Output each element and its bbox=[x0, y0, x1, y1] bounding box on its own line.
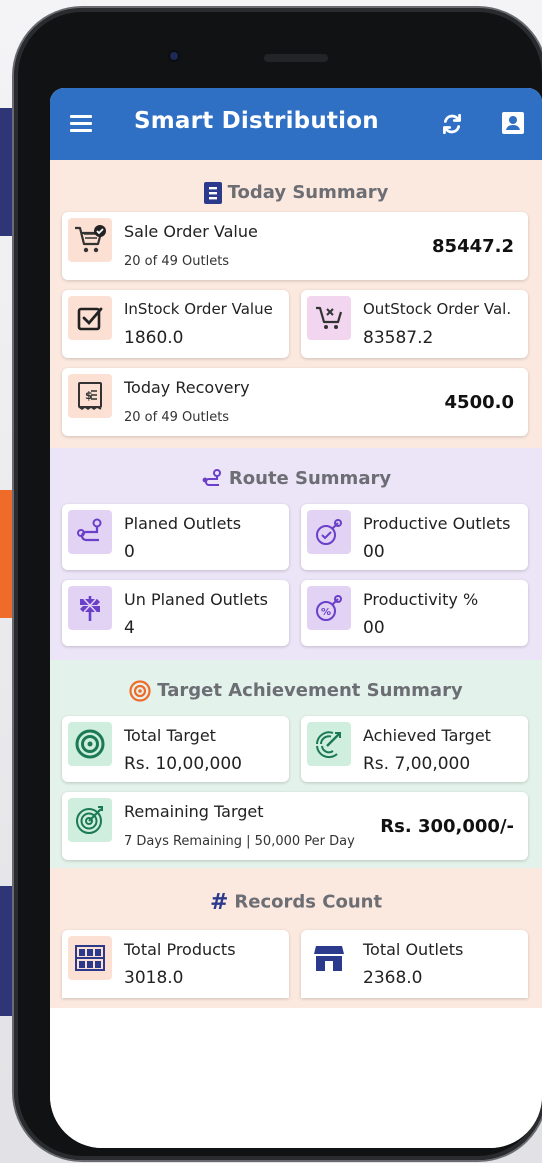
profile-icon[interactable] bbox=[502, 112, 524, 134]
recovery-icon-box: $ bbox=[68, 374, 112, 418]
sale-order-label: Sale Order Value bbox=[124, 222, 258, 241]
sync-icon[interactable] bbox=[438, 110, 466, 138]
remaining-target-card[interactable]: Remaining Target 7 Days Remaining | 50,0… bbox=[62, 792, 528, 860]
shelves-icon bbox=[75, 945, 105, 971]
instock-icon-box bbox=[68, 296, 112, 340]
total-products-card[interactable]: Total Products 3018.0 bbox=[62, 930, 289, 998]
total-target-icon-box bbox=[68, 722, 112, 766]
productive-outlets-value: 00 bbox=[363, 542, 385, 562]
total-products-label: Total Products bbox=[124, 940, 236, 959]
achieved-target-icon-box bbox=[307, 722, 351, 766]
total-outlets-value: 2368.0 bbox=[363, 968, 423, 988]
unplanned-icon-box bbox=[68, 586, 112, 630]
today-summary-heading: Today Summary bbox=[50, 182, 542, 204]
cart-remove-icon bbox=[316, 306, 343, 329]
productivity-value: 00 bbox=[363, 618, 385, 638]
records-count-section: # Records Count Total Products 3018.0 To… bbox=[50, 868, 542, 1008]
recovery-sub: 20 of 49 Outlets bbox=[124, 410, 230, 425]
app-screen: Smart Distribution Today Summary Sale Or… bbox=[50, 88, 542, 1148]
route-icon bbox=[77, 518, 102, 542]
instock-label: InStock Order Value bbox=[124, 300, 273, 318]
records-count-title: Records Count bbox=[234, 891, 383, 913]
products-icon-box bbox=[68, 936, 112, 980]
remaining-target-value: Rs. 300,000/- bbox=[380, 816, 514, 837]
today-summary-section: Today Summary Sale Order Value 20 of 49 … bbox=[50, 160, 542, 448]
target-check-icon bbox=[316, 519, 342, 545]
recovery-label: Today Recovery bbox=[124, 378, 250, 397]
outstock-icon-box bbox=[307, 296, 351, 340]
target-summary-section: Target Achievement Summary Total Target … bbox=[50, 660, 542, 868]
percent-target-icon: % bbox=[316, 595, 342, 621]
route-summary-title: Route Summary bbox=[228, 468, 392, 489]
planned-icon-box bbox=[68, 510, 112, 554]
app-bar: Smart Distribution bbox=[50, 88, 542, 160]
achieved-target-card[interactable]: Achieved Target Rs. 7,00,000 bbox=[301, 716, 528, 782]
route-icon bbox=[202, 469, 221, 486]
productivity-icon-box: % bbox=[307, 586, 351, 630]
productive-outlets-card[interactable]: Productive Outlets 00 bbox=[301, 504, 528, 570]
speaker-grille bbox=[264, 54, 328, 62]
sale-order-value: 85447.2 bbox=[432, 236, 514, 257]
total-products-value: 3018.0 bbox=[124, 968, 184, 988]
productive-icon-box bbox=[307, 510, 351, 554]
target-summary-title: Target Achievement Summary bbox=[157, 680, 463, 701]
unplanned-outlets-label: Un Planed Outlets bbox=[124, 590, 268, 609]
total-target-value: Rs. 10,00,000 bbox=[124, 754, 242, 774]
document-icon bbox=[203, 182, 222, 204]
route-summary-heading: Route Summary bbox=[50, 468, 542, 490]
planned-outlets-label: Planed Outlets bbox=[124, 514, 242, 533]
menu-icon[interactable] bbox=[70, 115, 92, 133]
sale-order-sub: 20 of 49 Outlets bbox=[124, 254, 230, 269]
planned-outlets-card[interactable]: Planed Outlets 0 bbox=[62, 504, 289, 570]
app-title: Smart Distribution bbox=[134, 108, 379, 134]
route-summary-section: Route Summary Planed Outlets 0 Productiv… bbox=[50, 448, 542, 660]
target-summary-heading: Target Achievement Summary bbox=[50, 680, 542, 702]
outstock-card[interactable]: OutStock Order Val. 83587.2 bbox=[301, 290, 528, 358]
remaining-target-icon-box bbox=[68, 798, 112, 842]
instock-card[interactable]: InStock Order Value 1860.0 bbox=[62, 290, 289, 358]
outstock-value: 83587.2 bbox=[363, 328, 434, 348]
recovery-value: 4500.0 bbox=[444, 392, 514, 413]
total-target-label: Total Target bbox=[124, 726, 216, 745]
remaining-target-sub: 7 Days Remaining | 50,000 Per Day bbox=[124, 834, 355, 849]
target-dart-icon bbox=[76, 806, 103, 834]
cart-check-icon bbox=[75, 225, 106, 253]
productivity-card[interactable]: % Productivity % 00 bbox=[301, 580, 528, 646]
store-icon bbox=[314, 946, 344, 971]
achieved-target-value: Rs. 7,00,000 bbox=[363, 754, 471, 774]
blank-area bbox=[50, 1008, 542, 1148]
sale-order-card[interactable]: Sale Order Value 20 of 49 Outlets 85447.… bbox=[62, 212, 528, 280]
target-icon bbox=[129, 680, 151, 702]
outstock-label: OutStock Order Val. bbox=[363, 300, 512, 318]
recovery-card[interactable]: $ Today Recovery 20 of 49 Outlets 4500.0 bbox=[62, 368, 528, 436]
outlets-icon-box bbox=[307, 936, 351, 980]
phone-frame: Smart Distribution Today Summary Sale Or… bbox=[14, 8, 542, 1160]
today-summary-title: Today Summary bbox=[227, 182, 389, 203]
remaining-target-label: Remaining Target bbox=[124, 802, 264, 821]
sale-order-icon-box bbox=[68, 218, 112, 262]
receipt-icon: $ bbox=[78, 382, 102, 410]
productivity-label: Productivity % bbox=[363, 590, 479, 609]
records-count-heading: # Records Count bbox=[50, 890, 542, 915]
productive-outlets-label: Productive Outlets bbox=[363, 514, 511, 533]
planned-outlets-value: 0 bbox=[124, 542, 135, 562]
target-arrow-icon bbox=[316, 731, 341, 759]
instock-value: 1860.0 bbox=[124, 328, 184, 348]
svg-text:%: % bbox=[321, 607, 331, 618]
total-outlets-label: Total Outlets bbox=[363, 940, 464, 959]
signpost-icon bbox=[80, 596, 100, 621]
bullseye-icon bbox=[75, 729, 105, 759]
total-target-card[interactable]: Total Target Rs. 10,00,000 bbox=[62, 716, 289, 782]
camera-icon bbox=[170, 52, 178, 60]
checkbox-icon bbox=[77, 307, 103, 331]
total-outlets-card[interactable]: Total Outlets 2368.0 bbox=[301, 930, 528, 998]
achieved-target-label: Achieved Target bbox=[363, 726, 491, 745]
hash-icon: # bbox=[209, 890, 229, 915]
unplanned-outlets-value: 4 bbox=[124, 618, 135, 638]
unplanned-outlets-card[interactable]: Un Planed Outlets 4 bbox=[62, 580, 289, 646]
